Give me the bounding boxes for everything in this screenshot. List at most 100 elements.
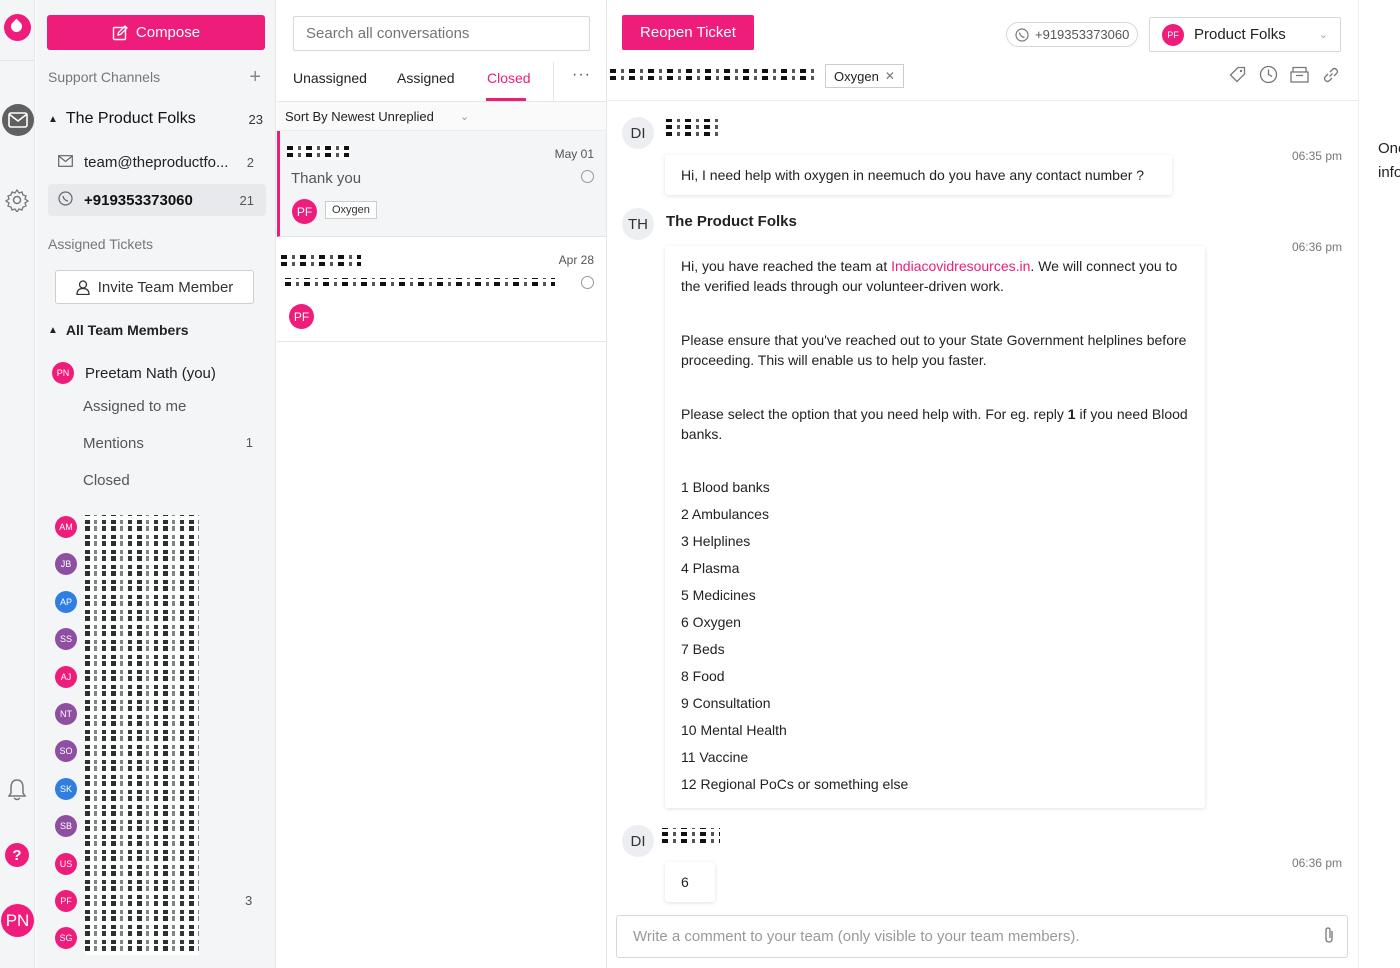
filter-closed[interactable]: Closed (83, 472, 253, 489)
whatsapp-icon (58, 191, 76, 209)
text-span: Please select the option that you need h… (681, 406, 1068, 422)
reopen-ticket-button[interactable]: Reopen Ticket (622, 15, 754, 50)
help-icon[interactable]: ? (5, 843, 29, 867)
message-bubble: 6 (665, 862, 715, 902)
filter-count: 1 (245, 435, 253, 450)
avatar: TH (622, 208, 654, 240)
brand-avatar: PF (1162, 23, 1184, 46)
conversation-item[interactable]: May 01 Thank you PF Oxygen (277, 131, 606, 237)
team-member-avatar[interactable]: PF (55, 890, 77, 912)
team-member-avatar[interactable]: US (55, 852, 77, 875)
team-member-avatar[interactable]: SG (55, 927, 77, 950)
message-bubble: Hi, you have reached the team at Indiaco… (665, 246, 1205, 808)
option-item: 7 Beds (681, 641, 725, 657)
archive-icon[interactable] (1290, 65, 1309, 84)
redacted-customer-name (610, 67, 815, 83)
user-avatar[interactable]: PN (1, 904, 34, 937)
option-item: 11 Vaccine (681, 749, 749, 765)
conversation-item[interactable]: Apr 28 PF (277, 237, 606, 342)
remove-tag-icon[interactable]: ✕ (885, 69, 895, 83)
avatar: PF (292, 199, 317, 224)
team-member-avatar[interactable]: NT (55, 703, 77, 725)
message-agent: TH The Product Folks 06:36 pm Hi, you ha… (622, 208, 1342, 808)
ticket-tag[interactable]: Oxygen ✕ (825, 64, 904, 88)
brand-name: Product Folks (1194, 26, 1286, 43)
team-member-avatar[interactable]: AJ (55, 665, 77, 688)
message-time: 06:36 pm (1291, 856, 1342, 870)
channel-count: 21 (239, 192, 254, 208)
redacted-preview (285, 278, 555, 289)
ticket-actions (1228, 65, 1340, 84)
invite-team-member-button[interactable]: Invite Team Member (55, 270, 254, 304)
team-member-avatar[interactable]: SB (55, 815, 77, 838)
tabs-divider (553, 62, 554, 102)
channel-email[interactable]: team@theproductfo... 2 (48, 146, 266, 178)
link-icon[interactable] (1321, 65, 1340, 84)
channel-group[interactable]: ▲ The Product Folks 23 (48, 110, 266, 128)
avatar: PF (289, 304, 314, 329)
text-span: 1 (1067, 406, 1076, 422)
tag-icon[interactable] (1228, 65, 1247, 84)
channel-count: 2 (246, 154, 254, 170)
compose-button[interactable]: Compose (47, 15, 265, 50)
message-paragraph: Please select the option that you need h… (681, 404, 1189, 444)
message-time: 06:35 pm (1291, 149, 1342, 163)
message-customer: DI 06:36 pm 6 (622, 825, 1342, 905)
redacted-sender-name (662, 828, 720, 846)
option-item: 3 Helplines (681, 533, 751, 549)
message-customer: DI 06:35 pm Hi, I need help with oxygen … (622, 117, 1342, 197)
avatar: DI (622, 825, 654, 857)
website-link[interactable]: Indiacovidresources.in (891, 258, 1030, 274)
info-text: One (1378, 140, 1400, 157)
team-member-avatar[interactable]: AP (55, 590, 77, 613)
search-input[interactable] (293, 16, 590, 51)
team-member-avatar[interactable]: SS (55, 628, 77, 651)
chevron-down-icon: ⌄ (459, 110, 470, 123)
notifications-bell-icon[interactable] (6, 778, 28, 802)
option-item: 12 Regional PoCs or something else (681, 776, 909, 792)
message-bubble: Hi, I need help with oxygen in neemuch d… (665, 155, 1172, 195)
option-item: 10 Mental Health (681, 722, 787, 738)
redacted-contact-name (287, 145, 349, 160)
channel-whatsapp[interactable]: +919353373060 21 (48, 184, 266, 216)
user-icon (76, 279, 90, 295)
settings-gear-icon[interactable] (4, 188, 30, 214)
team-member-avatar[interactable]: SK (55, 777, 77, 800)
redacted-member-names (85, 515, 199, 955)
filter-label: Assigned to me (83, 398, 187, 415)
tag-label: Oxygen (834, 68, 879, 84)
compose-label: Compose (135, 24, 201, 41)
phone-pill[interactable]: +919353373060 (1006, 22, 1139, 47)
attachment-paperclip-icon[interactable] (1323, 926, 1335, 948)
more-options-icon[interactable]: ··· (572, 66, 591, 84)
tab-assigned[interactable]: Assigned (397, 70, 455, 86)
sort-dropdown[interactable]: Sort By Newest Unreplied ⌄ (277, 102, 606, 131)
comment-placeholder: Write a comment to your team (only visib… (633, 928, 1080, 945)
all-team-members-toggle[interactable]: ▲ All Team Members (48, 322, 266, 338)
chevron-down-icon: ⌄ (1318, 29, 1328, 41)
inbox-icon[interactable] (2, 104, 34, 136)
conversation-tag: Oxygen (325, 201, 377, 219)
snooze-clock-icon[interactable] (1259, 65, 1278, 84)
member-me[interactable]: PN Preetam Nath (you) (52, 362, 266, 384)
brand-select[interactable]: PF Product Folks ⌄ (1149, 17, 1341, 52)
filter-assigned-to-me[interactable]: Assigned to me (83, 398, 253, 415)
filter-mentions[interactable]: Mentions 1 (83, 435, 253, 452)
tab-closed[interactable]: Closed (487, 70, 531, 86)
team-member-avatar[interactable]: AM (55, 516, 77, 538)
info-panel: One info (1358, 0, 1400, 968)
team-member-avatar[interactable]: JB (55, 553, 77, 576)
envelope-icon (58, 154, 76, 170)
channel-label: +919353373060 (84, 191, 193, 209)
app-logo[interactable] (4, 14, 31, 41)
option-list: 1 Blood banks 2 Ambulances 3 Helplines 4 Pl… (681, 474, 1189, 798)
edit-icon (112, 24, 128, 40)
add-channel-icon[interactable]: + (249, 67, 261, 87)
tab-unassigned[interactable]: Unassigned (293, 70, 367, 86)
message-text: Hi, I need help with oxygen in neemuch d… (681, 167, 1145, 183)
phone-number: +919353373060 (1035, 27, 1130, 42)
sort-label: Sort By Newest Unreplied (285, 108, 434, 124)
team-member-avatar[interactable]: SO (55, 740, 77, 763)
comment-input[interactable]: Write a comment to your team (only visib… (616, 915, 1348, 958)
redacted-contact-name (281, 252, 361, 269)
